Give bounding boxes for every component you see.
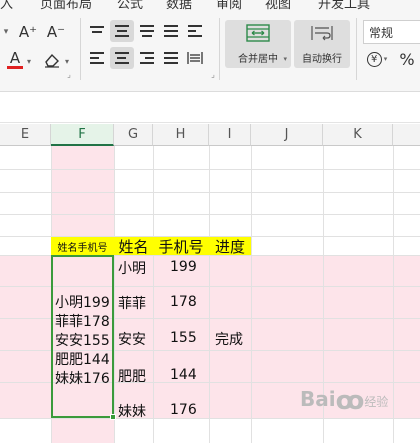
ribbon-toolbar: 入 页面布局 公式 数据 审阅 视图 开发工具 ▾ A⁺ A⁻ A ▾ ▾ ⌟	[0, 0, 420, 92]
wrap-text-button[interactable]: 自动换行	[294, 20, 350, 68]
tab-view[interactable]: 视图	[265, 0, 291, 12]
paw-icon: ꝏ	[335, 386, 365, 416]
align-right-icon	[140, 52, 154, 64]
tab-review[interactable]: 审阅	[216, 0, 242, 12]
formula-bar-area	[0, 93, 420, 123]
gridline	[0, 214, 420, 215]
phone-cell[interactable]: 176	[170, 402, 197, 418]
phone-cell[interactable]: 144	[170, 367, 197, 383]
header-cell-phone[interactable]: 手机号	[153, 237, 209, 256]
orientation-button[interactable]	[160, 20, 182, 42]
name-cell[interactable]: 肥肥	[118, 366, 146, 386]
align-bottom-button[interactable]	[136, 20, 158, 42]
align-middle-button[interactable]	[110, 20, 134, 42]
align-top-button[interactable]	[86, 20, 108, 42]
watermark-brand: Bai	[300, 387, 336, 411]
merge-center-button[interactable]: 合并居中 ▾	[225, 20, 291, 68]
baidu-watermark: Baiꝏ经验	[300, 386, 388, 416]
column-header-h[interactable]: H	[153, 124, 209, 146]
font-color-button[interactable]: A	[4, 48, 26, 72]
column-header-f[interactable]: F	[51, 124, 114, 146]
font-dialog-launcher-icon[interactable]: ⌟	[65, 70, 73, 79]
merge-dropdown-icon[interactable]: ▾	[283, 55, 287, 63]
wrap-text-label: 自动换行	[302, 54, 342, 65]
phone-cell[interactable]: 199	[170, 259, 197, 275]
header-cell-name[interactable]: 姓名	[114, 237, 153, 256]
column-header-k[interactable]: K	[323, 124, 393, 146]
align-bottom-icon	[140, 25, 154, 37]
currency-icon: ¥	[366, 51, 382, 67]
tab-data[interactable]: 数据	[166, 0, 192, 12]
gridline	[0, 418, 420, 419]
distributed-align-icon	[187, 52, 203, 64]
clear-format-button[interactable]	[40, 48, 64, 72]
align-center-button[interactable]	[110, 47, 134, 69]
alignment-dialog-launcher-icon[interactable]: ⌟	[209, 70, 217, 79]
column-header-g[interactable]: G	[114, 124, 153, 146]
font-shrink-button[interactable]: A⁻	[44, 20, 68, 44]
currency-dropdown-icon: ▾	[383, 55, 388, 63]
gridline	[114, 146, 115, 443]
align-top-icon	[90, 26, 104, 36]
name-cell[interactable]: 菲菲	[118, 293, 146, 313]
align-center-icon	[115, 52, 129, 64]
align-right-button[interactable]	[136, 47, 158, 69]
merge-center-label: 合并居中	[238, 54, 278, 65]
justify-icon	[164, 52, 178, 64]
font-color-dropdown-icon[interactable]: ▾	[24, 54, 34, 68]
column-header-i[interactable]: I	[209, 124, 251, 146]
font-color-letter: A	[9, 49, 21, 67]
ribbon-divider	[80, 18, 81, 80]
indent-button[interactable]	[184, 20, 206, 42]
spreadsheet-grid[interactable]: E F G H I J K 姓名手机号 姓名 手机号 进度 小明 199 菲菲 17…	[0, 124, 420, 443]
eraser-icon	[45, 53, 59, 68]
clear-dropdown-icon[interactable]: ▾	[62, 54, 72, 68]
merge-cells-icon	[246, 24, 270, 42]
percent-button[interactable]: %	[396, 48, 418, 70]
font-color-bar	[7, 66, 23, 69]
name-cell[interactable]: 小明	[118, 258, 146, 278]
indent-icon	[188, 25, 202, 37]
text-orientation-icon	[164, 25, 178, 37]
name-cell[interactable]: 安安	[118, 329, 146, 349]
ribbon-divider	[356, 18, 357, 80]
selection-border	[51, 255, 114, 418]
align-left-icon	[90, 52, 104, 64]
fill-handle[interactable]	[110, 414, 116, 420]
column-header-e[interactable]: E	[0, 124, 51, 146]
align-left-button[interactable]	[86, 47, 108, 69]
phone-cell[interactable]: 155	[170, 330, 197, 346]
tab-page-layout[interactable]: 页面布局	[40, 0, 92, 12]
tab-insert[interactable]: 入	[0, 0, 13, 12]
watermark-suffix: 经验	[364, 395, 389, 409]
font-size-dropdown-icon[interactable]: ▾	[0, 22, 12, 42]
gridline	[251, 146, 252, 443]
gridline	[0, 169, 420, 170]
align-middle-icon	[115, 25, 129, 37]
number-format-value: 常规	[369, 26, 394, 40]
column-header-l[interactable]	[393, 124, 420, 146]
phone-cell[interactable]: 178	[170, 294, 197, 310]
tab-formulas[interactable]: 公式	[117, 0, 143, 12]
name-cell[interactable]: 妹妹	[118, 401, 146, 421]
header-cell-progress[interactable]: 进度	[209, 237, 251, 256]
gridline	[153, 146, 154, 443]
wrap-text-icon	[311, 26, 333, 41]
currency-button[interactable]: ¥ ▾	[364, 48, 390, 70]
progress-cell[interactable]: 完成	[215, 329, 243, 349]
gridline	[393, 146, 394, 443]
distributed-button[interactable]	[184, 47, 206, 69]
justify-button[interactable]	[160, 47, 182, 69]
gridline	[0, 192, 420, 193]
header-cell-merged[interactable]: 姓名手机号	[51, 237, 114, 255]
ribbon-divider	[219, 18, 220, 80]
column-header-j[interactable]: J	[251, 124, 323, 146]
gridline	[209, 146, 210, 443]
number-format-select[interactable]: 常规	[363, 20, 420, 44]
font-grow-button[interactable]: A⁺	[16, 20, 40, 44]
tab-developer[interactable]: 开发工具	[318, 0, 370, 12]
